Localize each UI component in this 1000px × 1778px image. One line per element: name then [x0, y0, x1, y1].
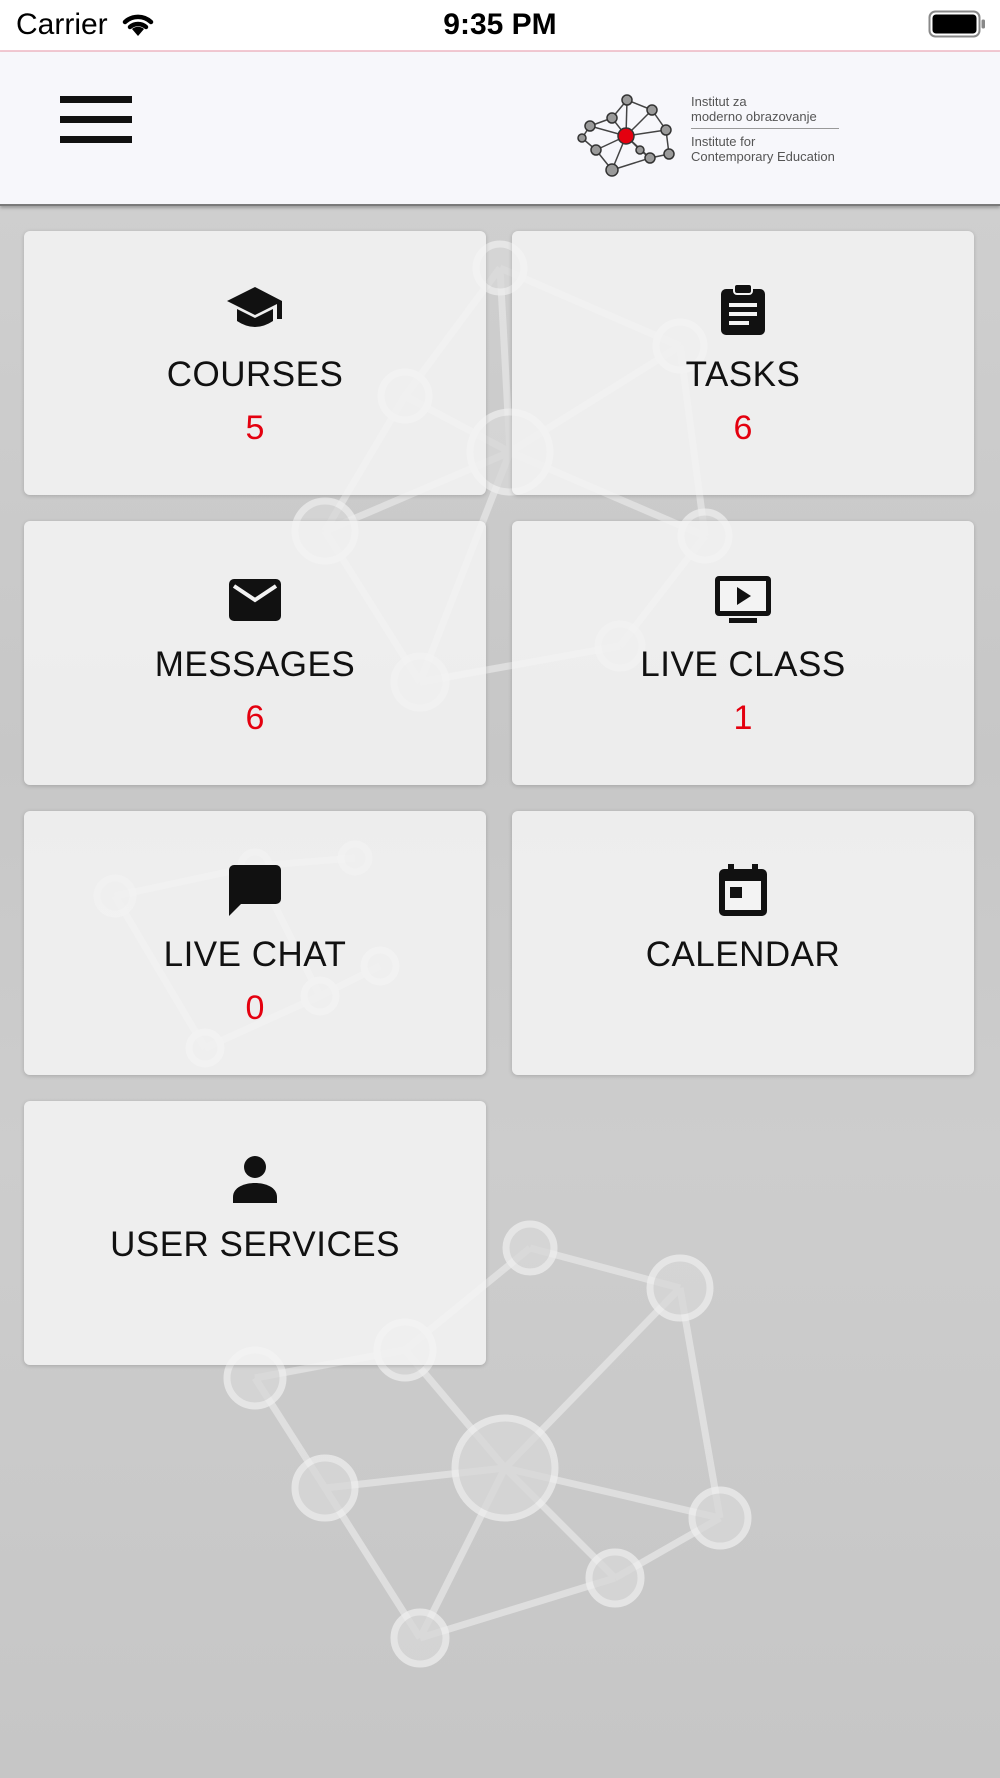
tile-label: COURSES: [166, 355, 344, 394]
tile-live-chat[interactable]: LIVE CHAT 0: [24, 811, 486, 1075]
battery-icon: [928, 10, 985, 38]
tile-user-services[interactable]: USER SERVICES: [24, 1101, 486, 1365]
clipboard-icon: [721, 283, 765, 335]
tv-play-icon: [715, 576, 771, 623]
chat-bubble-icon: [229, 865, 281, 916]
tile-label: USER SERVICES: [110, 1225, 400, 1264]
tile-courses[interactable]: COURSES 5: [24, 231, 486, 495]
institute-logo: Institut za moderno obrazovanje Institut…: [570, 94, 840, 190]
tile-label: TASKS: [685, 355, 801, 394]
tile-live-class[interactable]: LIVE CLASS 1: [512, 521, 974, 785]
person-icon: [233, 1156, 277, 1203]
status-bar: Carrier 9:35 PM: [0, 0, 1000, 52]
tile-tasks[interactable]: TASKS 6: [512, 231, 974, 495]
hamburger-menu-button[interactable]: [58, 96, 134, 152]
logo-line-4: Contemporary Education: [691, 149, 835, 164]
logo-text: Institut za moderno obrazovanje Institut…: [691, 94, 841, 164]
tile-label: MESSAGES: [154, 645, 356, 684]
tile-count: 0: [245, 989, 265, 1027]
app-header: Institut za moderno obrazovanje Institut…: [0, 52, 1000, 206]
tile-label: LIVE CHAT: [163, 935, 347, 974]
tile-count: 6: [733, 409, 753, 447]
logo-line-2: moderno obrazovanje: [691, 109, 817, 124]
tile-count: 5: [245, 409, 265, 447]
tile-messages[interactable]: MESSAGES 6: [24, 521, 486, 785]
network-logo-icon: [577, 94, 675, 177]
calendar-icon: [719, 864, 767, 916]
tile-label: LIVE CLASS: [640, 645, 846, 684]
logo-line-3: Institute for: [691, 134, 756, 149]
tile-label: CALENDAR: [645, 935, 841, 974]
tile-count: 6: [245, 699, 265, 737]
graduation-cap-icon: [227, 287, 282, 327]
logo-divider: [691, 128, 839, 129]
tile-count: 1: [733, 699, 753, 737]
envelope-icon: [229, 579, 281, 621]
logo-line-1: Institut za: [691, 94, 747, 109]
tile-calendar[interactable]: CALENDAR: [512, 811, 974, 1075]
clock: 9:35 PM: [443, 8, 557, 41]
